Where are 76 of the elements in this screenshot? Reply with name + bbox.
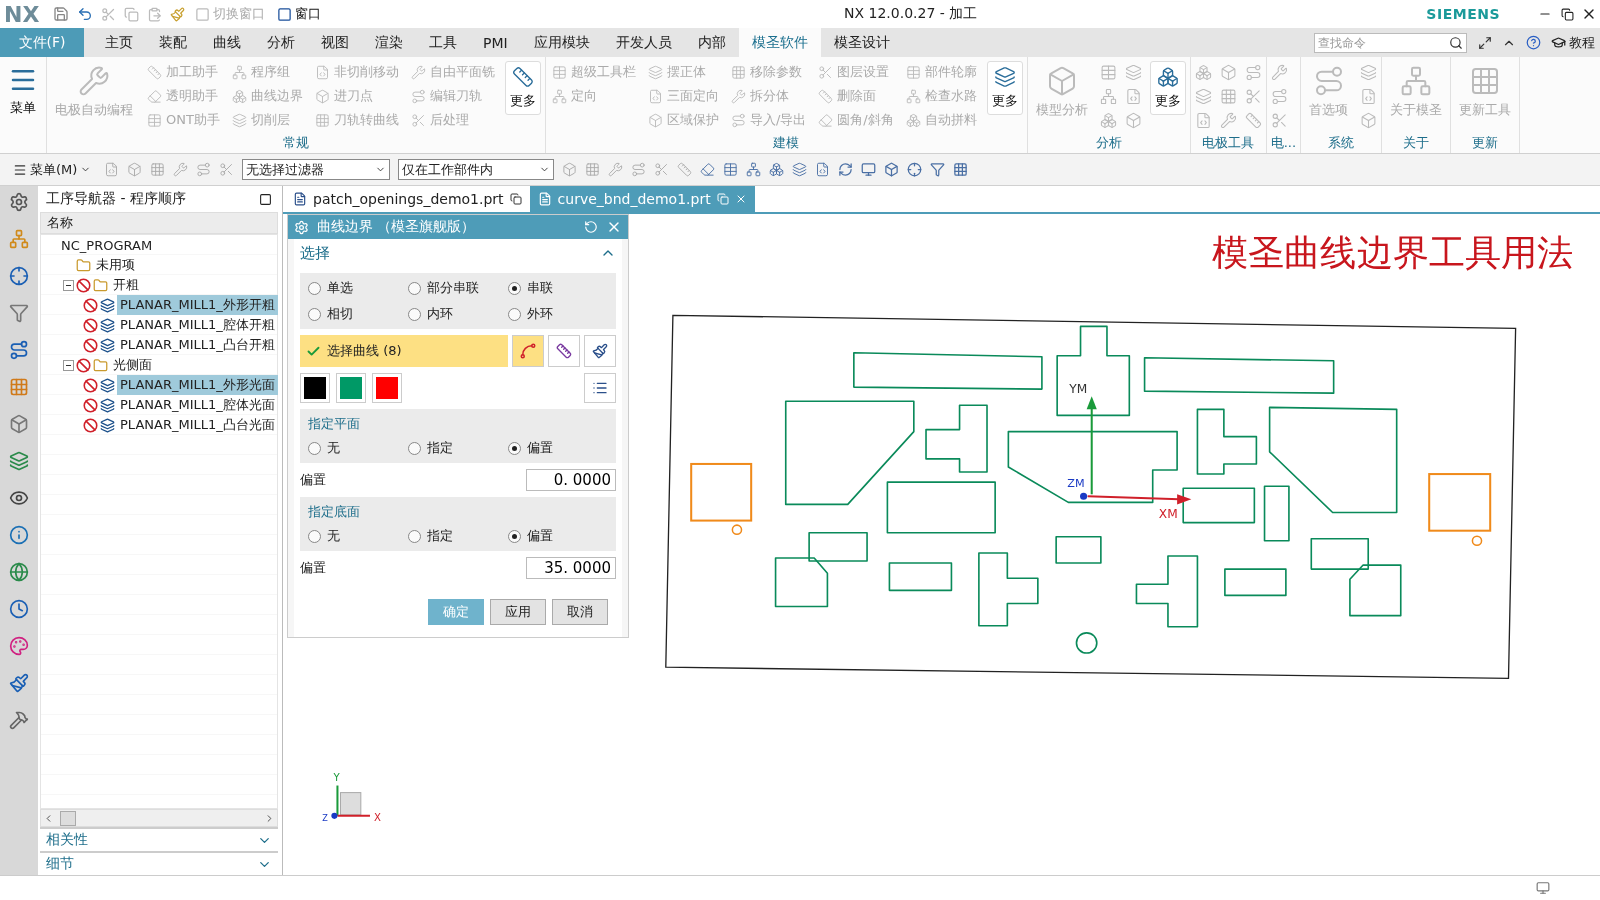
filter-dropdown[interactable]: 无选择过滤器 <box>242 159 391 180</box>
axis-label: X <box>374 811 381 823</box>
tree-item[interactable]: PLANAR_MILL1_外形开粗 <box>117 295 278 315</box>
tutorial-button[interactable]: 教程 <box>1546 28 1600 57</box>
tree-item[interactable]: 开粗 <box>110 275 142 295</box>
ribbon-button[interactable]: 菜单 <box>4 61 42 121</box>
ribbon-tab[interactable]: 工具 <box>416 28 470 57</box>
radio-option[interactable]: 偏置 <box>508 527 608 545</box>
tree-item[interactable]: 未用项 <box>93 255 138 275</box>
ribbon-tab[interactable]: 内部 <box>684 28 739 57</box>
tree-item[interactable]: 光侧面 <box>110 355 155 375</box>
offset-field[interactable]: 35. 0000 <box>526 557 616 579</box>
ribbon-tab[interactable]: 视图 <box>308 28 362 57</box>
axis-label: ZM <box>1067 477 1085 491</box>
radio-option[interactable]: 偏置 <box>508 439 608 457</box>
tree-item[interactable]: PLANAR_MILL1_凸台光面 <box>117 415 278 435</box>
radio-option[interactable]: 无 <box>308 527 408 545</box>
ribbon-tab[interactable]: PMI <box>470 28 521 57</box>
ribbon-tab[interactable]: 开发人员 <box>602 28 685 57</box>
tree-item[interactable]: PLANAR_MILL1_腔体光面 <box>117 395 278 415</box>
group-label: 关于 <box>1403 134 1430 152</box>
group-label: 建模 <box>773 134 800 152</box>
dialog-title: 曲线边界 （模圣旗舰版） <box>317 218 477 236</box>
group-title: 指定底面 <box>308 503 361 521</box>
tree-item[interactable]: PLANAR_MILL1_凸台开粗 <box>117 335 278 355</box>
ribbon-tab[interactable]: 模圣设计 <box>820 28 903 57</box>
field-label: 偏置 <box>300 471 326 489</box>
group-label: 更新 <box>1472 134 1499 152</box>
radio-option[interactable]: 串联 <box>508 279 608 297</box>
ribbon-tab[interactable]: 分析 <box>254 28 308 57</box>
window-menu-button[interactable]: 窗口 <box>275 5 324 23</box>
ribbon-tab[interactable]: 主页 <box>92 28 146 57</box>
ribbon-button[interactable]: 更多 <box>504 61 541 115</box>
radio-option[interactable]: 相切 <box>308 305 408 323</box>
group-label: 系统 <box>1328 134 1355 152</box>
ribbon-tab[interactable]: 渲染 <box>362 28 416 57</box>
radio-option[interactable]: 内环 <box>408 305 508 323</box>
radio-option[interactable]: 无 <box>308 439 408 457</box>
menu-button[interactable]: 菜单(M) <box>8 160 97 179</box>
ribbon-button[interactable]: 更多 <box>1149 61 1186 115</box>
radio-option[interactable]: 指定 <box>408 527 508 545</box>
axis-label: XM <box>1158 506 1178 521</box>
canvas-title: 模圣曲线边界工具用法 <box>1212 231 1574 273</box>
dialog-button[interactable]: 应用 <box>490 599 546 625</box>
radio-option[interactable]: 部分串联 <box>408 279 508 297</box>
select-curve-button[interactable]: 选择曲线 (8) <box>300 335 508 367</box>
group-label: 电极工具 <box>1202 134 1255 152</box>
tree-item[interactable]: PLANAR_MILL1_腔体开粗 <box>117 315 278 335</box>
ribbon-tab[interactable]: 应用模块 <box>520 28 603 57</box>
ribbon-tab[interactable]: 装配 <box>146 28 200 57</box>
column-header: 名称 <box>40 212 278 234</box>
tree-item[interactable]: NC_PROGRAM <box>58 236 156 254</box>
window-title: NX 12.0.0.27 - 加工 <box>844 5 978 23</box>
axis-label: Y <box>333 772 340 784</box>
field-label: 偏置 <box>300 559 326 577</box>
group-label: 电... <box>1270 134 1297 152</box>
brand-logo: SIEMENS <box>1426 6 1500 22</box>
group-title: 指定平面 <box>308 415 361 433</box>
group-label: 分析 <box>1095 134 1122 152</box>
ribbon-tab[interactable]: 模圣软件 <box>738 28 821 57</box>
axis-label: Z <box>322 812 328 823</box>
axis-label: YM <box>1069 382 1088 397</box>
group-label: 常规 <box>282 134 309 152</box>
panel-title: 工序导航器 - 程序顺序 <box>46 190 186 208</box>
ribbon-tab[interactable]: 曲线 <box>200 28 254 57</box>
section-title: 选择 <box>300 243 330 263</box>
radio-option[interactable]: 指定 <box>408 439 508 457</box>
filter-dropdown[interactable]: 仅在工作部件内 <box>398 159 555 180</box>
ribbon-button[interactable]: 更多 <box>986 61 1023 115</box>
dialog-button[interactable]: 取消 <box>552 599 608 625</box>
app-logo: NX <box>4 1 40 27</box>
tree-item[interactable]: PLANAR_MILL1_外形光面 <box>117 375 278 395</box>
radio-option[interactable]: 外环 <box>508 305 608 323</box>
search-field[interactable]: 查找命令 <box>1314 33 1467 53</box>
offset-field[interactable]: 0. 0000 <box>526 469 616 491</box>
radio-option[interactable]: 单选 <box>308 279 408 297</box>
